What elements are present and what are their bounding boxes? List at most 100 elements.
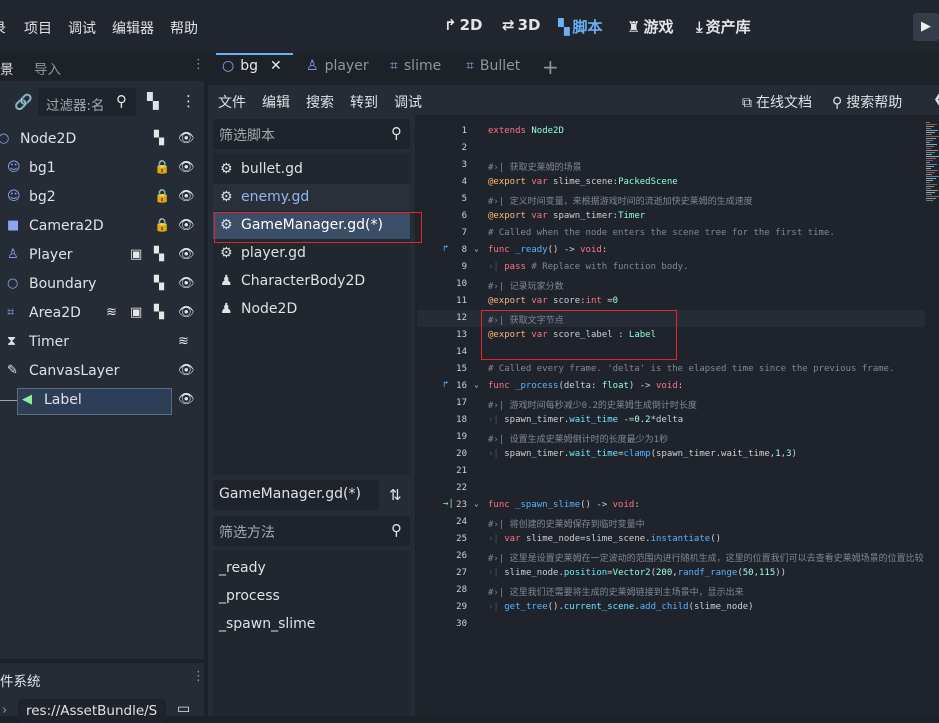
- editor-menu-item[interactable]: 调试: [394, 92, 422, 112]
- workspace-2D-button[interactable]: ↱ 2D: [444, 16, 482, 34]
- group-icon[interactable]: ▣: [130, 305, 142, 320]
- code-line[interactable]: 29 ›| get_tree().current_scene.add_child(…: [417, 599, 925, 616]
- code-line[interactable]: 25 ›| var slime_node=slime_scene.instanti…: [417, 531, 925, 548]
- tree-node-canvaslayer[interactable]: ✎ CanvasLayer 👁: [0, 359, 200, 385]
- editor-menu-item[interactable]: 编辑: [262, 92, 290, 112]
- code-editor[interactable]: 1 extends Node2D 2 3 #›| 获取史莱姆的场景 4 @export va…: [417, 120, 925, 716]
- code-line[interactable]: 22: [417, 480, 925, 497]
- visibility-icon[interactable]: 👁: [178, 363, 195, 378]
- method-list-item[interactable]: _ready: [219, 560, 266, 576]
- visibility-icon[interactable]: 👁: [178, 189, 195, 204]
- fold-arrow-icon[interactable]: ⌄: [474, 244, 479, 253]
- path-field[interactable]: res://AssetBundle/S: [18, 699, 166, 723]
- signal-icon[interactable]: ≋: [106, 305, 117, 320]
- add-scene-icon[interactable]: +: [542, 55, 559, 79]
- connection-icon[interactable]: →|: [443, 499, 454, 509]
- tree-node-boundary[interactable]: ○ Boundary ▚ 👁: [0, 272, 200, 298]
- visibility-icon[interactable]: 👁: [178, 392, 195, 407]
- code-line[interactable]: 11 @export var score:int =0: [417, 293, 925, 310]
- sort-icon[interactable]: ⇅: [389, 486, 402, 504]
- tab-filesystem[interactable]: 件系统: [0, 663, 50, 693]
- code-line[interactable]: 3 #›| 获取史莱姆的场景: [417, 157, 925, 174]
- code-line[interactable]: 26 #›| 这里是设置史莱姆在一定波动的范围内进行随机生成，这里的位置我们可以去…: [417, 548, 925, 565]
- visibility-icon[interactable]: 👁: [178, 305, 195, 320]
- tree-node-player[interactable]: ♙ Player ▣ ▚ 👁: [0, 243, 200, 269]
- menu-item[interactable]: 项目: [24, 18, 52, 38]
- tree-node-timer[interactable]: ⧗ Timer ≋: [0, 330, 200, 356]
- tree-node-camera2d[interactable]: ■ Camera2D 🔒 👁: [0, 214, 200, 240]
- tree-node-bg2[interactable]: ☺ bg2 🔒 👁: [0, 185, 200, 211]
- script-icon[interactable]: ▚: [154, 131, 164, 146]
- script-list-item[interactable]: ⚙ bullet.gd: [213, 156, 410, 183]
- code-line[interactable]: 9 ›| pass # Replace with function body.: [417, 259, 925, 276]
- script-icon[interactable]: ▚: [154, 276, 164, 291]
- code-line[interactable]: 5 #›| 定义时间变量，来根据游戏时间的流逝加快史莱姆的生成速度: [417, 191, 925, 208]
- tree-node-node2d[interactable]: ○ Node2D ▚ 👁: [0, 127, 200, 153]
- fold-arrow-icon[interactable]: ⌄: [474, 380, 479, 389]
- code-line[interactable]: 18 ›| spawn_timer.wait_time -=0.2*delta: [417, 412, 925, 429]
- tab-bg[interactable]: ○ bg ✕: [222, 58, 282, 74]
- editor-menu-item[interactable]: 搜索: [306, 92, 334, 112]
- code-line[interactable]: 17 #›| 游戏时间每秒减少0.2的史莱姆生成倒计时长度: [417, 395, 925, 412]
- lock-icon[interactable]: 🔒: [154, 218, 170, 233]
- menu-item[interactable]: 录: [0, 18, 6, 38]
- code-line[interactable]: 19 #›| 设置生成史莱姆倒计时的长度最少为1秒: [417, 429, 925, 446]
- fold-arrow-icon[interactable]: ⌄: [474, 499, 479, 508]
- close-icon[interactable]: ✕: [270, 58, 282, 74]
- visibility-icon[interactable]: 👁: [178, 160, 195, 175]
- script-filter-input[interactable]: 筛选脚本 ⚲: [213, 119, 410, 149]
- code-line[interactable]: 8 ↱ ⌄ func _ready() -> void:: [417, 242, 925, 259]
- split-view-icon[interactable]: ▭: [177, 701, 190, 717]
- lock-icon[interactable]: 🔒: [154, 189, 170, 204]
- tab-scene[interactable]: 景: [0, 58, 14, 78]
- tab-Bullet[interactable]: ⌗ Bullet: [466, 58, 520, 74]
- signal-icon[interactable]: ≋: [178, 334, 189, 349]
- code-line[interactable]: 4 @export var slime_scene:PackedScene: [417, 174, 925, 191]
- workspace-资产库-button[interactable]: ⤓ 资产库: [696, 16, 751, 37]
- method-list-item[interactable]: _spawn_slime: [219, 616, 315, 632]
- code-line[interactable]: 30: [417, 616, 925, 633]
- visibility-icon[interactable]: 👁: [178, 131, 195, 146]
- menu-item[interactable]: 编辑器: [112, 18, 154, 38]
- workspace-脚本-button[interactable]: ▚ 脚本: [558, 16, 603, 37]
- editor-menu-item[interactable]: 文件: [218, 92, 246, 112]
- play-button[interactable]: ▶: [913, 13, 939, 41]
- visibility-icon[interactable]: 👁: [178, 218, 195, 233]
- lock-icon[interactable]: 🔒: [154, 160, 170, 175]
- code-line[interactable]: 1 extends Node2D: [417, 123, 925, 140]
- menu-item[interactable]: 帮助: [170, 18, 198, 38]
- code-line[interactable]: 20 ›| spawn_timer.wait_time=clamp(spawn_t…: [417, 446, 925, 463]
- script-icon[interactable]: ▚: [154, 305, 164, 320]
- tab-player[interactable]: ♙ player: [306, 58, 369, 74]
- script-list-item[interactable]: ⚙ enemy.gd: [213, 184, 410, 211]
- connection-icon[interactable]: ↱: [443, 380, 448, 390]
- tab-slime[interactable]: ⌗ slime: [390, 58, 441, 74]
- method-list-item[interactable]: _process: [219, 588, 280, 604]
- tree-node-bg1[interactable]: ☺ bg1 🔒 👁: [0, 156, 200, 182]
- group-icon[interactable]: ▣: [130, 247, 142, 262]
- code-line[interactable]: 23 →| ⌄ func _spawn_slime() -> void:: [417, 497, 925, 514]
- more-options-icon[interactable]: ⋮: [181, 92, 196, 110]
- code-line[interactable]: 7 # Called when the node enters the scene…: [417, 225, 925, 242]
- connection-icon[interactable]: ↱: [443, 244, 448, 254]
- workspace-3D-button[interactable]: ⇄ 3D: [502, 16, 540, 34]
- menu-item[interactable]: 调试: [68, 18, 96, 38]
- tree-node-area2d[interactable]: ⌗ Area2D ≋ ▣ ▚ 👁: [0, 301, 200, 327]
- script-list-item[interactable]: ⚙ player.gd: [213, 240, 410, 267]
- help-search-button[interactable]: ⚲ 搜索帮助: [832, 92, 902, 112]
- collapse-icon[interactable]: ❮: [933, 91, 939, 107]
- code-line[interactable]: 24 #›| 将创建的史莱姆保存到临时变量中: [417, 514, 925, 531]
- external-link-button[interactable]: ⧉ 在线文档: [742, 92, 812, 112]
- code-line[interactable]: 28 #›| 这里我们还需要将生成的史莱姆链接到主场景中，显示出来: [417, 582, 925, 599]
- code-line[interactable]: 10 #›| 记录玩家分数: [417, 276, 925, 293]
- code-line[interactable]: 27 ›| slime_node.position=Vector2(200,ran…: [417, 565, 925, 582]
- script-list-item[interactable]: ♟ CharacterBody2D: [213, 268, 410, 295]
- script-icon[interactable]: ▚: [154, 247, 164, 262]
- tree-node-label[interactable]: ◀ Label 👁: [0, 388, 200, 415]
- node-filter-input[interactable]: 过滤器:名 ⚲: [38, 88, 136, 116]
- workspace-游戏-button[interactable]: ♜ 游戏: [627, 16, 673, 37]
- script-list-item[interactable]: ♟ Node2D: [213, 296, 410, 323]
- code-minimap[interactable]: [925, 120, 939, 716]
- link-icon[interactable]: 🔗: [14, 93, 33, 111]
- visibility-icon[interactable]: 👁: [178, 276, 195, 291]
